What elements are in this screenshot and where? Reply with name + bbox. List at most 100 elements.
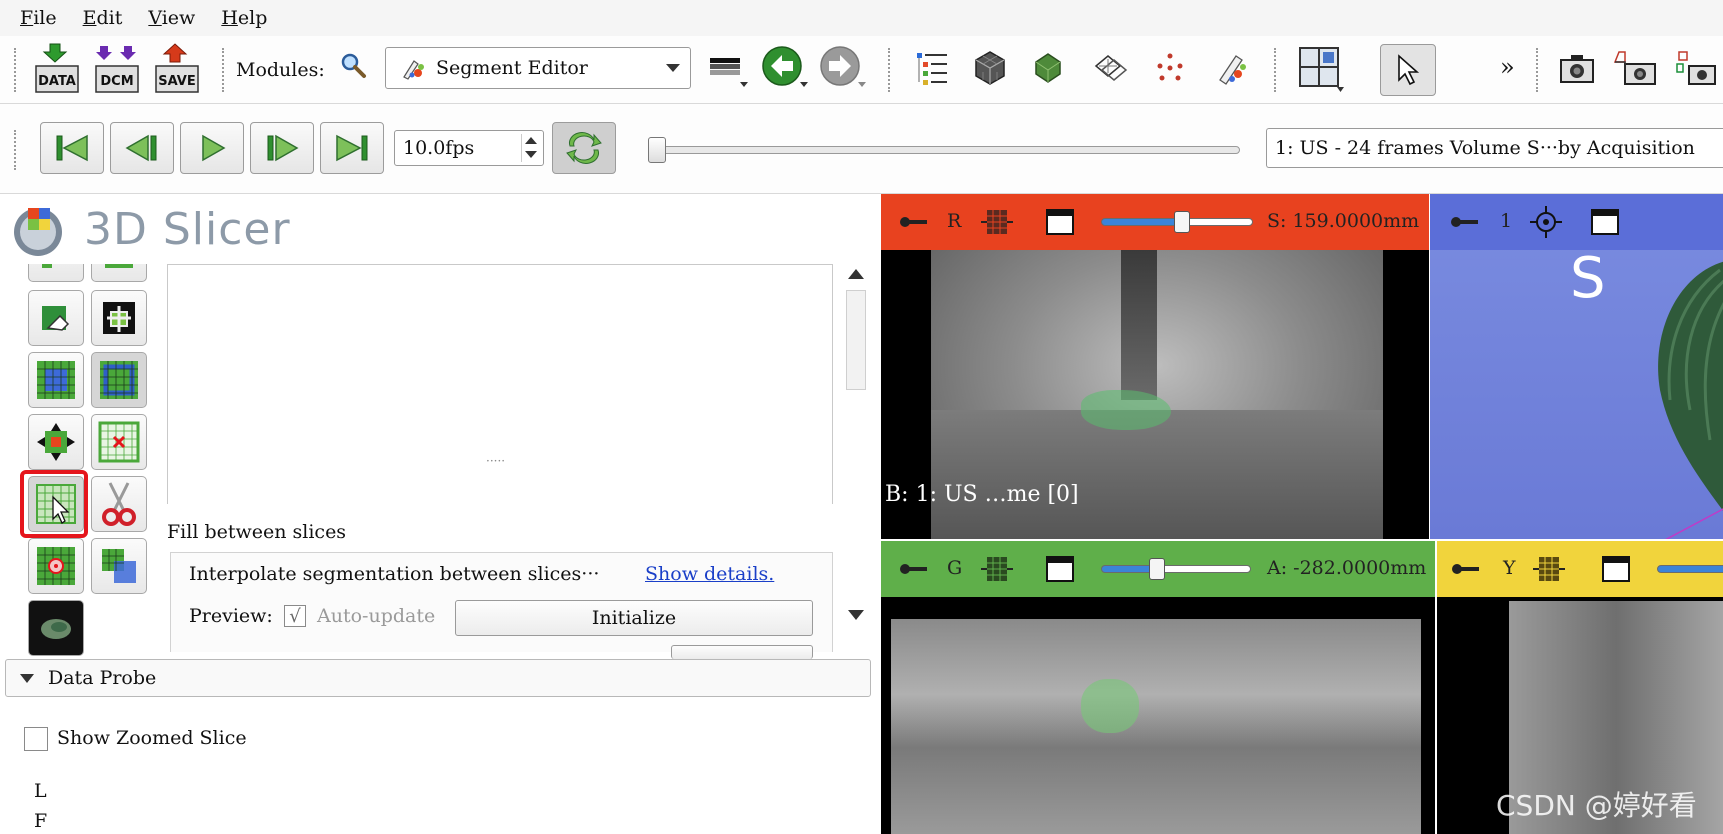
effect-logical-operators-button[interactable] xyxy=(91,538,147,594)
fps-spinbox[interactable]: 10.0fps xyxy=(394,130,544,166)
sequence-browser-selector[interactable]: 1: US - 24 frames Volume S···by Acquisit… xyxy=(1266,128,1723,168)
fps-stepper[interactable] xyxy=(521,134,539,162)
pin-icon[interactable] xyxy=(1451,561,1481,577)
toolbar-grip[interactable] xyxy=(888,48,892,92)
frame-slider[interactable] xyxy=(648,137,1240,163)
segmentation-overlay xyxy=(1081,679,1139,733)
partial-button[interactable] xyxy=(671,645,813,659)
toolbar-grip[interactable] xyxy=(14,130,18,170)
initialize-button[interactable]: Initialize xyxy=(455,600,813,636)
layout-button[interactable] xyxy=(1296,44,1346,94)
maximize-view-icon[interactable] xyxy=(1045,555,1075,583)
link-grid-icon[interactable] xyxy=(979,551,1015,587)
markups-button[interactable] xyxy=(1150,48,1190,88)
module-search-button[interactable] xyxy=(338,50,368,80)
green-slice-view[interactable]: G A: -282.0000mm xyxy=(881,541,1435,834)
preview-label: Preview: xyxy=(189,605,273,627)
scroll-down-icon[interactable] xyxy=(848,610,864,620)
maximize-view-icon[interactable] xyxy=(1590,208,1620,236)
pointer-icon xyxy=(1398,54,1420,86)
green-offset-slider[interactable] xyxy=(1101,565,1251,573)
brush-icon xyxy=(1219,55,1246,85)
maximize-view-icon[interactable] xyxy=(1045,208,1075,236)
effect-grow-button[interactable] xyxy=(91,290,147,346)
resize-grip[interactable]: ····· xyxy=(486,454,505,468)
back-button[interactable] xyxy=(760,44,810,94)
effect-islands-button[interactable] xyxy=(91,264,147,282)
data-tree-button[interactable] xyxy=(912,48,952,88)
scrollbar-thumb[interactable] xyxy=(846,290,866,390)
toolbar-grip[interactable] xyxy=(222,48,226,92)
skip-first-icon xyxy=(56,134,88,162)
play-button[interactable] xyxy=(180,122,244,174)
frame-slider-handle[interactable] xyxy=(648,137,666,163)
3d-view-controller: 1 xyxy=(1430,194,1723,250)
transforms-button[interactable] xyxy=(1090,48,1130,88)
link-grid-icon[interactable] xyxy=(1531,551,1567,587)
menu-view[interactable]: View xyxy=(148,7,195,29)
toolbar-grip[interactable] xyxy=(1274,48,1278,92)
green-offset-value: A: -282.0000mm xyxy=(1267,557,1427,579)
menu-help[interactable]: Help xyxy=(221,7,267,29)
yellow-offset-slider[interactable] xyxy=(1657,565,1723,573)
module-selected: Segment Editor xyxy=(436,57,588,79)
show-zoomed-slice-checkbox[interactable] xyxy=(24,727,48,751)
segmentation-overlay xyxy=(1081,390,1171,430)
slicer-logo-icon xyxy=(14,208,62,256)
effect-surface-cut-button[interactable] xyxy=(28,600,84,656)
data-probe-header[interactable]: Data Probe xyxy=(5,659,871,697)
module-selector[interactable]: Segment Editor xyxy=(385,47,691,89)
forward-button[interactable] xyxy=(818,44,868,94)
tree-list-icon xyxy=(917,53,947,85)
effect-hollow-button[interactable] xyxy=(91,352,147,408)
skip-last-icon xyxy=(336,134,368,162)
effect-scissors-button[interactable] xyxy=(91,476,147,532)
effect-margin-button[interactable] xyxy=(28,352,84,408)
segment-editor-toolbar-button[interactable] xyxy=(1212,48,1252,88)
dicom-button[interactable]: DCM xyxy=(94,42,140,96)
menu-edit[interactable]: Edit xyxy=(83,7,123,29)
pin-icon[interactable] xyxy=(899,561,929,577)
effect-remove-button[interactable] xyxy=(91,414,147,470)
more-tools-button[interactable]: » xyxy=(1500,53,1515,81)
effect-local-threshold-button[interactable] xyxy=(28,538,84,594)
slicer-logo xyxy=(10,202,66,258)
effect-description: Interpolate segmentation between slices·… xyxy=(189,563,600,585)
last-frame-button[interactable] xyxy=(320,122,384,174)
show-details-link[interactable]: Show details. xyxy=(645,563,774,585)
3d-view[interactable]: 1 S xyxy=(1430,194,1723,539)
previous-frame-button[interactable] xyxy=(110,122,174,174)
effect-smoothing-button[interactable] xyxy=(28,414,84,470)
window-level-button[interactable] xyxy=(706,50,750,90)
first-frame-button[interactable] xyxy=(40,122,104,174)
save-button[interactable]: SAVE xyxy=(154,42,200,96)
effect-threshold-button[interactable] xyxy=(28,264,84,282)
models-button[interactable] xyxy=(1026,46,1070,90)
green-offset-handle[interactable] xyxy=(1149,558,1165,580)
load-data-button[interactable]: DATA xyxy=(34,42,80,96)
scroll-up-icon[interactable] xyxy=(848,269,864,279)
scene-restore-button[interactable] xyxy=(1672,46,1720,90)
screenshot-button[interactable] xyxy=(1556,48,1598,88)
effects-toolbox xyxy=(0,264,160,659)
volumes-button[interactable] xyxy=(968,46,1012,90)
link-grid-icon[interactable] xyxy=(979,204,1015,240)
auto-update-checkbox[interactable]: √ xyxy=(284,605,306,627)
next-frame-button[interactable] xyxy=(250,122,314,174)
step-forward-icon xyxy=(267,134,299,162)
toolbar-grip[interactable] xyxy=(14,48,18,92)
toolbar-grip[interactable] xyxy=(1536,48,1540,92)
pin-icon[interactable] xyxy=(899,214,929,230)
maximize-view-icon[interactable] xyxy=(1601,555,1631,583)
scene-view-button[interactable] xyxy=(1612,46,1660,90)
menu-file[interactable]: File xyxy=(20,7,57,29)
options-scrollbar[interactable] xyxy=(843,264,869,624)
loop-toggle-button[interactable] xyxy=(552,122,616,174)
red-slice-view[interactable]: R S: 159.0000mm B: 1: US …me [0] xyxy=(881,194,1429,539)
pointer-mode-button[interactable] xyxy=(1380,44,1436,96)
center-view-icon[interactable] xyxy=(1528,204,1564,240)
pin-icon[interactable] xyxy=(1450,214,1480,230)
red-offset-handle[interactable] xyxy=(1174,211,1190,233)
effect-erase-button[interactable] xyxy=(28,290,84,346)
effect-title: Fill between slices xyxy=(167,521,347,543)
